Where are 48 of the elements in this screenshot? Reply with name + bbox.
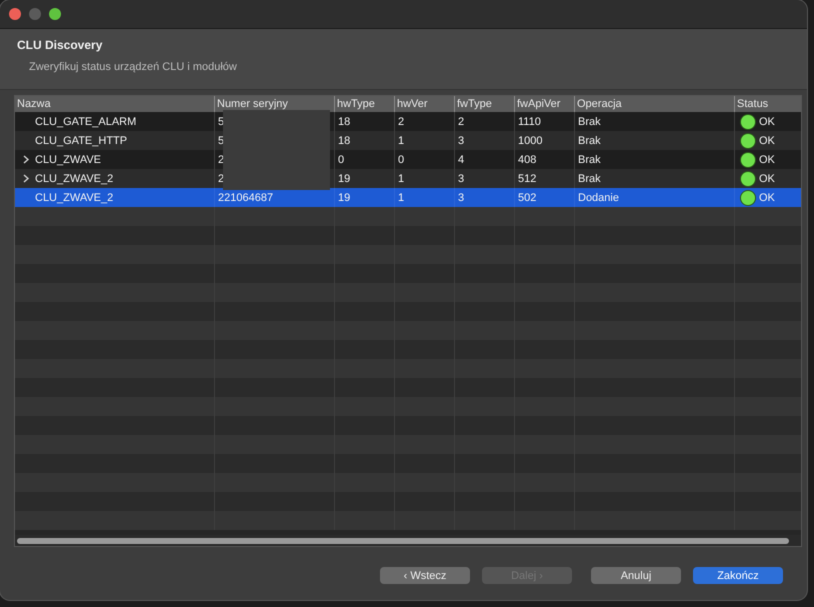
table-cell: 3 <box>458 192 464 204</box>
table-cell: Brak <box>578 172 601 184</box>
table-cell: 3 <box>458 134 464 146</box>
table-cell: 1 <box>398 134 404 146</box>
table-cell: OK <box>759 154 775 166</box>
table-cell: 0 <box>398 154 404 166</box>
table-cell: 4 <box>458 154 464 166</box>
table-cell: Brak <box>578 134 601 146</box>
table-cell: 19 <box>338 192 350 204</box>
table-cell: 512 <box>518 172 536 184</box>
column-header[interactable]: Nazwa <box>15 96 214 112</box>
table-cell: CLU_ZWAVE <box>35 154 102 166</box>
table-cell: 408 <box>518 154 536 166</box>
zoom-button[interactable] <box>49 8 61 20</box>
table-cell: CLU_ZWAVE_2 <box>35 192 114 204</box>
table-cell: Dodanie <box>578 192 619 204</box>
table-cell: 0 <box>338 154 344 166</box>
chevron-icon[interactable] <box>22 155 30 164</box>
table-cell: CLU_GATE_ALARM <box>35 116 136 128</box>
table-cell: CLU_ZWAVE_2 <box>35 172 114 184</box>
table-cell: 1110 <box>518 116 541 128</box>
table-cell: OK <box>759 134 775 146</box>
table-cell: Brak <box>578 116 601 128</box>
table-cell: 502 <box>518 192 536 204</box>
table-row[interactable]: CLU_ZWAVE_2 221064687 19 1 3 502 Dodanie OK <box>15 188 801 207</box>
table-cell: 221064687 <box>218 192 274 204</box>
table-cell: OK <box>759 172 775 184</box>
table-cell: Brak <box>578 154 601 166</box>
table-cell: 19 <box>338 172 350 184</box>
close-button[interactable] <box>9 8 21 20</box>
table-cell: CLU_GATE_HTTP <box>35 134 128 146</box>
table-cell: 2 <box>398 116 404 128</box>
table-cell: 18 <box>338 116 350 128</box>
scrollbar-thumb[interactable] <box>17 538 789 544</box>
wizard-description: Zweryfikuj status urządzeń CLU i modułów <box>29 61 238 73</box>
table-cell: OK <box>759 192 775 204</box>
wizard-title: CLU Discovery <box>17 38 104 52</box>
wizard-button[interactable]: Zakończ <box>693 567 783 584</box>
table-cell: 1 <box>398 172 404 184</box>
table-cell: 18 <box>338 134 350 146</box>
wizard-button[interactable]: Anuluj <box>591 567 681 584</box>
table-cell: 1000 <box>518 134 542 146</box>
table-cell: 2 <box>458 116 464 128</box>
chevron-icon[interactable] <box>22 174 30 183</box>
table-cell: 3 <box>458 172 464 184</box>
table-cell: OK <box>759 116 775 128</box>
wizard-button[interactable]: ‹ Wstecz <box>380 567 470 584</box>
table-cell: 1 <box>398 192 404 204</box>
